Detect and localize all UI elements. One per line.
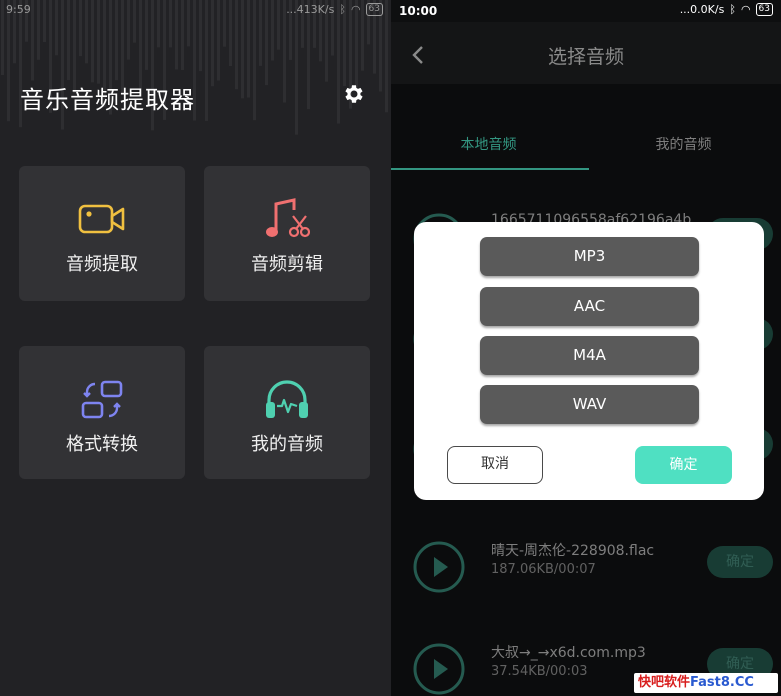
- format-convert-label: 格式转换: [66, 434, 138, 455]
- audio-edit-label: 音频剪辑: [251, 254, 323, 275]
- confirm-button[interactable]: 确定: [635, 446, 732, 484]
- app-title: 音乐音频提取器: [20, 86, 195, 114]
- wifi-icon: ◠: [740, 3, 751, 16]
- my-audio-label: 我的音频: [251, 434, 323, 455]
- status-icons: ...0.0K/s ᛒ ◠ 63: [680, 3, 773, 16]
- audio-extract-label: 音频提取: [66, 254, 138, 275]
- music-scissors-icon: [266, 198, 310, 238]
- format-convert-card[interactable]: 格式转换: [19, 346, 185, 479]
- status-bar: 9:59 ...413K/s ᛒ ◠ 63: [0, 0, 391, 22]
- video-camera-icon: [78, 204, 125, 234]
- wifi-icon: ◠: [350, 3, 361, 16]
- status-bar: 10:00 ...0.0K/s ᛒ ◠ 63: [391, 0, 781, 22]
- watermark-part2: Fast8.CC: [690, 675, 754, 690]
- battery-icon: 63: [755, 3, 773, 16]
- my-audio-card[interactable]: 我的音频: [204, 346, 370, 479]
- top-app-bar: 选择音频: [391, 22, 781, 84]
- format-select-dialog: MP3 AAC M4A WAV 取消 确定: [414, 222, 764, 500]
- network-speed: ...0.0K/s: [679, 3, 725, 16]
- format-option-m4a[interactable]: M4A: [480, 336, 699, 375]
- format-option-mp3[interactable]: MP3: [480, 237, 699, 276]
- network-speed: ...413K/s: [286, 3, 335, 16]
- cancel-button[interactable]: 取消: [447, 446, 543, 484]
- status-time: 10:00: [399, 4, 438, 18]
- format-option-wav[interactable]: WAV: [480, 385, 699, 424]
- page-title: 选择音频: [547, 46, 624, 68]
- bluetooth-icon: ᛒ: [339, 3, 346, 16]
- convert-icon: [81, 380, 123, 419]
- select-audio-screen: 10:00 ...0.0K/s ᛒ ◠ 63 选择音频 本地音频 我的音频 16…: [391, 0, 781, 696]
- battery-icon: 63: [365, 3, 383, 16]
- watermark-part1: 快吧软件: [638, 675, 691, 690]
- extractor-home-screen: 9:59 ...413K/s ᛒ ◠ 63 音乐音频提取器 音频提取 音频剪辑: [0, 0, 391, 696]
- status-icons: ...413K/s ᛒ ◠ 63: [286, 3, 383, 16]
- status-time: 9:59: [6, 3, 31, 16]
- headphones-icon: [266, 380, 308, 418]
- site-watermark: 快吧软件Fast8.CC: [634, 673, 778, 693]
- audio-edit-card[interactable]: 音频剪辑: [204, 166, 370, 301]
- bluetooth-icon: ᛒ: [729, 3, 736, 16]
- settings-gear-icon[interactable]: [342, 82, 366, 106]
- format-option-aac[interactable]: AAC: [480, 287, 699, 326]
- audio-extract-card[interactable]: 音频提取: [19, 166, 185, 301]
